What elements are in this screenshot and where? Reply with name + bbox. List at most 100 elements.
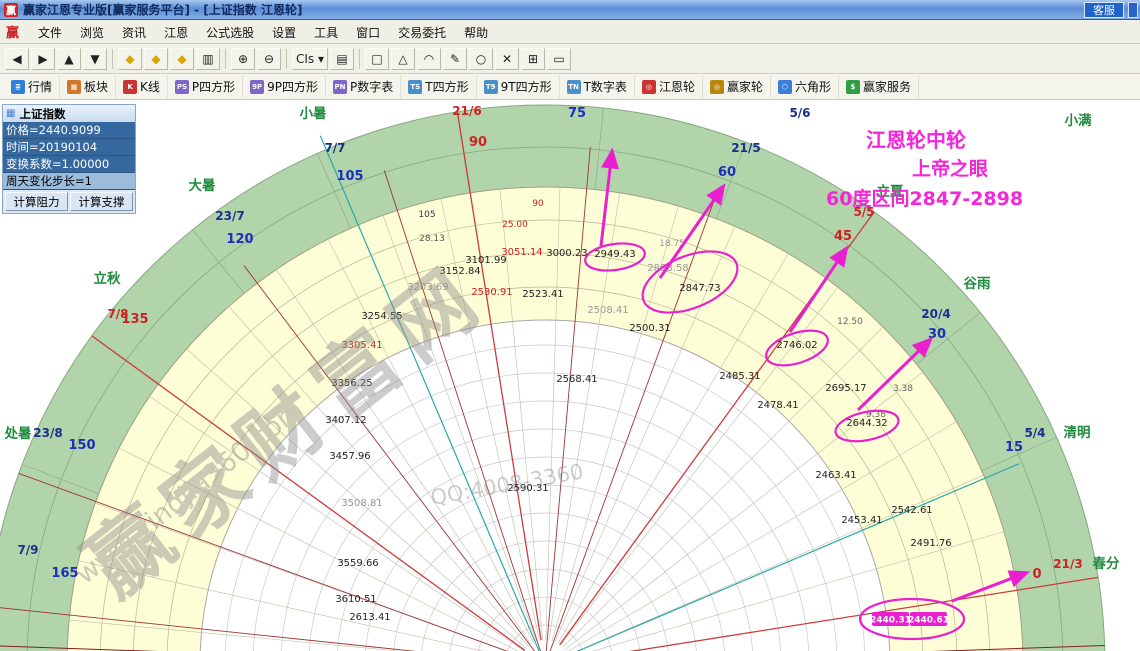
wheel-number: 2949.43 bbox=[594, 249, 635, 260]
function-button-赢家服务[interactable]: $ 赢家服务 bbox=[839, 75, 919, 98]
function-icon: T9 bbox=[483, 79, 498, 94]
wheel-number: 90 bbox=[532, 199, 544, 209]
function-label: T数字表 bbox=[583, 80, 627, 94]
tool-button[interactable]: CIs ▾ bbox=[292, 47, 329, 70]
tool-button[interactable]: ▥ bbox=[196, 47, 220, 70]
tool-button[interactable]: ◆ bbox=[170, 47, 194, 70]
degree-label: 105 bbox=[336, 169, 363, 184]
tool-button[interactable]: ▼ bbox=[83, 47, 107, 70]
title-bar: 赢 赢家江恩专业版[赢家服务平台] - [上证指数 江恩轮] 客服 bbox=[0, 0, 1140, 20]
function-button-行情[interactable]: ≣ 行情 bbox=[4, 75, 61, 98]
function-label: 行情 bbox=[28, 80, 53, 94]
function-button-赢家轮[interactable]: ◎ 赢家轮 bbox=[703, 75, 771, 98]
function-button-江恩轮[interactable]: ◎ 江恩轮 bbox=[635, 75, 703, 98]
app-window: 赢 赢家江恩专业版[赢家服务平台] - [上证指数 江恩轮] 客服 赢 文件 浏览… bbox=[0, 0, 1140, 651]
menu-item-资讯[interactable]: 资讯 bbox=[113, 22, 155, 44]
tool-button[interactable]: △ bbox=[391, 47, 416, 70]
date-label: 5/4 bbox=[1024, 426, 1045, 440]
degree-label: 120 bbox=[226, 232, 253, 247]
wheel-number: 3559.66 bbox=[337, 558, 378, 569]
wheel-number: 2508.41 bbox=[587, 305, 628, 316]
wheel-number: 3508.81 bbox=[341, 498, 382, 509]
wheel-number: 25.00 bbox=[502, 220, 528, 230]
function-button-T四方形[interactable]: TS T四方形 bbox=[401, 75, 477, 98]
tool-button[interactable]: ▶ bbox=[31, 47, 55, 70]
wheel-number: 2847.73 bbox=[679, 283, 720, 294]
function-button-K线[interactable]: K K线 bbox=[116, 75, 168, 98]
menu-item-交易委托[interactable]: 交易委托 bbox=[389, 22, 455, 44]
menu-item-文件[interactable]: 文件 bbox=[29, 22, 71, 44]
date-label: 7/9 bbox=[17, 543, 38, 557]
menu-item-浏览[interactable]: 浏览 bbox=[71, 22, 113, 44]
function-button-P数字表[interactable]: PN P数字表 bbox=[326, 75, 402, 98]
degree-label: 45 bbox=[834, 229, 852, 244]
menu-item-公式选股[interactable]: 公式选股 bbox=[197, 22, 263, 44]
wheel-number: 3051.14 bbox=[501, 247, 542, 258]
wheel-number: 2485.31 bbox=[719, 371, 760, 382]
time-row: 时间=20190104 bbox=[3, 139, 135, 156]
function-button-P四方形[interactable]: PS P四方形 bbox=[168, 75, 244, 98]
tool-button[interactable]: ○ bbox=[469, 47, 494, 70]
function-icon: K bbox=[123, 79, 138, 94]
window-control-button[interactable] bbox=[1128, 2, 1138, 18]
wheel-number: 2542.61 bbox=[891, 505, 932, 516]
function-label: 9T四方形 bbox=[500, 80, 552, 94]
function-label: 江恩轮 bbox=[658, 80, 695, 94]
function-button-板块[interactable]: ▦ 板块 bbox=[60, 75, 117, 98]
wheel-number: 3610.51 bbox=[335, 594, 376, 605]
tool-button[interactable]: □ bbox=[365, 47, 390, 70]
date-label: 7/8 bbox=[107, 307, 128, 321]
tool-button[interactable]: ◆ bbox=[118, 47, 142, 70]
function-label: 六角形 bbox=[794, 80, 831, 94]
calc-buttons-row: 计算阻力 计算支撑 bbox=[3, 190, 135, 213]
function-icon: ≣ bbox=[11, 79, 25, 94]
degree-label: 0 bbox=[1032, 567, 1041, 582]
menu-item-工具[interactable]: 工具 bbox=[305, 22, 347, 44]
tool-button[interactable]: ✕ bbox=[495, 47, 520, 70]
menu-item-帮助[interactable]: 帮助 bbox=[455, 22, 497, 44]
toolbar-separator bbox=[359, 48, 361, 69]
brand-logo: 赢 bbox=[6, 26, 20, 41]
function-toolbar: ≣ 行情 ▦ 板块 K K线 PS P四方形 9P 9P四方形 PN P数字表 TS T四方形 T9 9T四方… bbox=[0, 74, 1140, 100]
window-title: 赢家江恩专业版[赢家服务平台] - [上证指数 江恩轮] bbox=[23, 3, 303, 17]
date-label: 5/6 bbox=[789, 106, 810, 120]
function-button-9P四方形[interactable]: 9P 9P四方形 bbox=[243, 75, 327, 98]
tool-button[interactable]: ⊖ bbox=[257, 47, 281, 70]
wheel-number: 28.13 bbox=[419, 234, 445, 244]
function-button-T数字表[interactable]: TN T数字表 bbox=[560, 75, 635, 98]
calc-resistance-button[interactable]: 计算阻力 bbox=[5, 192, 68, 211]
degree-label: 30 bbox=[928, 327, 946, 342]
grid-icon: ▦ bbox=[6, 108, 16, 119]
function-button-六角形[interactable]: ⬡ 六角形 bbox=[771, 75, 839, 98]
wheel-number: 2746.02 bbox=[776, 340, 817, 351]
tool-button[interactable]: ⊞ bbox=[521, 47, 546, 70]
tool-button[interactable]: ▲ bbox=[57, 47, 81, 70]
menu-item-设置[interactable]: 设置 bbox=[263, 22, 305, 44]
function-label: 板块 bbox=[84, 80, 109, 94]
wheel-number: 2695.17 bbox=[825, 383, 866, 394]
function-icon: ◎ bbox=[641, 79, 656, 94]
menu-item-窗口[interactable]: 窗口 bbox=[347, 22, 389, 44]
wheel-number: 2568.41 bbox=[556, 374, 597, 385]
tool-button[interactable]: ✎ bbox=[443, 47, 468, 70]
gann-wheel-canvas[interactable]: 3051.143000.232949.432898.582847.732746.… bbox=[0, 100, 1140, 651]
degree-label: 60 bbox=[718, 165, 736, 180]
highlighted-cell-value: 2440.61 bbox=[908, 616, 949, 626]
tool-button[interactable]: ▤ bbox=[330, 47, 355, 70]
customer-service-button[interactable]: 客服 bbox=[1084, 2, 1124, 18]
calc-support-button[interactable]: 计算支撑 bbox=[70, 192, 133, 211]
function-label: 9P四方形 bbox=[267, 80, 319, 94]
wheel-number: 2523.41 bbox=[522, 289, 563, 300]
chart-area: 3051.143000.232949.432898.582847.732746.… bbox=[0, 100, 1140, 651]
wheel-number: 2613.41 bbox=[349, 612, 390, 623]
tool-button[interactable]: ◆ bbox=[144, 47, 168, 70]
tool-button[interactable]: ▭ bbox=[547, 47, 572, 70]
solar-term-label: 小暑 bbox=[300, 106, 327, 122]
tool-button[interactable]: ◠ bbox=[417, 47, 442, 70]
function-button-9T四方形[interactable]: T9 9T四方形 bbox=[477, 75, 560, 98]
tool-button[interactable]: ◀ bbox=[5, 47, 29, 70]
function-icon: $ bbox=[845, 79, 860, 94]
menu-item-江恩[interactable]: 江恩 bbox=[155, 22, 197, 44]
tool-button[interactable]: ⊕ bbox=[231, 47, 255, 70]
date-label: 7/7 bbox=[324, 141, 345, 155]
